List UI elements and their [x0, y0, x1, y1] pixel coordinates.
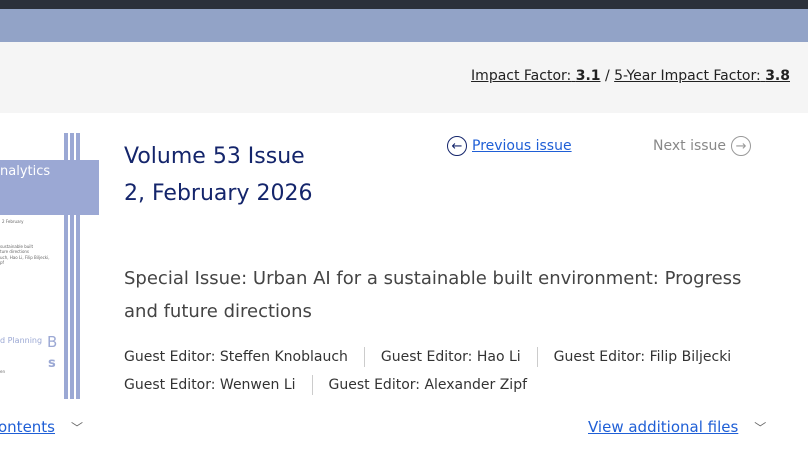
- five-year-value: 3.8: [765, 68, 790, 84]
- cover-text: 2 February: [2, 219, 24, 224]
- impact-factor-link[interactable]: Impact Factor: 3.1: [471, 68, 600, 84]
- previous-issue-button[interactable]: ← Previous issue: [447, 136, 572, 156]
- chevron-down-icon[interactable]: ﹀: [71, 419, 83, 436]
- five-year-label: 5-Year Impact Factor:: [614, 68, 761, 84]
- cover-journal-name: nalytics: [0, 164, 51, 179]
- next-issue-label: Next issue: [653, 138, 727, 154]
- previous-issue-link[interactable]: Previous issue: [472, 138, 572, 154]
- view-additional-files-link[interactable]: View additional files: [588, 418, 738, 436]
- contents-toggle[interactable]: ontents ﹀: [0, 418, 83, 436]
- cover-stripe: [70, 133, 74, 399]
- issue-title: Volume 53 Issue 2, February 2026: [124, 138, 312, 212]
- cover-stripe: [64, 133, 68, 399]
- guest-editors: Guest Editor: Steffen Knoblauch Guest Edi…: [124, 343, 764, 399]
- cover-text: s: [48, 356, 56, 371]
- cover-text: d Planning: [0, 336, 43, 345]
- chevron-down-icon[interactable]: ﹀: [754, 419, 766, 436]
- cover-text: uch, Hao Li, Filip Biljecki,: [0, 255, 50, 260]
- metrics-bar: Impact Factor: 3.1 / 5-Year Impact Facto…: [0, 42, 808, 113]
- guest-editor: Guest Editor: Steffen Knoblauch: [124, 347, 365, 367]
- cover-text: pf: [0, 260, 4, 265]
- issue-cover-image[interactable]: nalytics 2 February sustainable built tu…: [0, 133, 99, 399]
- journal-banner: [0, 9, 808, 42]
- five-year-impact-factor-link[interactable]: 5-Year Impact Factor: 3.8: [614, 68, 790, 84]
- arrow-left-icon: ←: [447, 136, 467, 156]
- cover-text: en: [0, 369, 5, 374]
- top-bar: [0, 0, 808, 9]
- impact-factor-value: 3.1: [575, 68, 601, 84]
- contents-link[interactable]: ontents: [0, 418, 55, 436]
- cover-title-box: nalytics: [0, 160, 99, 215]
- issue-title-line: Volume 53 Issue: [124, 144, 305, 169]
- additional-files-toggle[interactable]: View additional files ﹀: [588, 418, 766, 436]
- guest-editor: Guest Editor: Alexander Zipf: [328, 377, 528, 393]
- next-issue-button[interactable]: Next issue →: [653, 136, 752, 156]
- guest-editor: Guest Editor: Hao Li: [381, 347, 538, 367]
- special-issue-title: Special Issue: Urban AI for a sustainabl…: [124, 268, 742, 322]
- arrow-right-icon: →: [731, 136, 752, 156]
- impact-factor: Impact Factor: 3.1 / 5-Year Impact Facto…: [471, 68, 790, 84]
- separator: /: [604, 68, 610, 84]
- cover-stripe: [76, 133, 80, 399]
- cover-text: B: [47, 333, 58, 351]
- guest-editor: Guest Editor: Wenwen Li: [124, 375, 313, 395]
- impact-factor-label: Impact Factor:: [471, 68, 572, 84]
- guest-editor: Guest Editor: Filip Biljecki: [553, 349, 732, 365]
- cover-text: ture directions: [0, 249, 30, 254]
- issue-title-line: 2, February 2026: [124, 181, 313, 206]
